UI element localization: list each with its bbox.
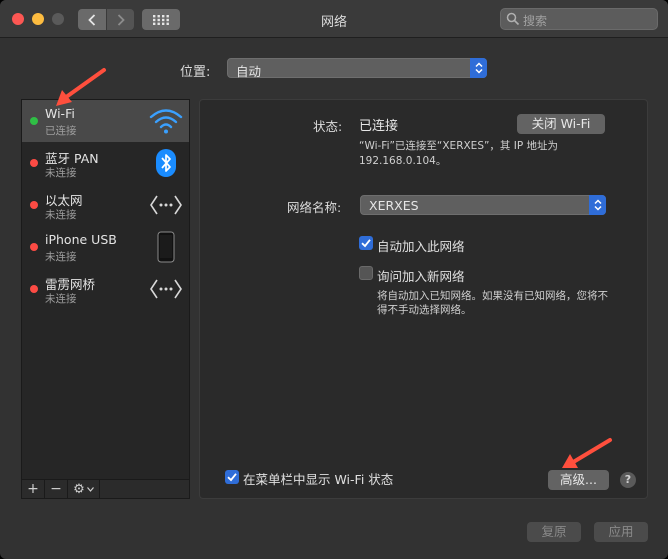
network-name-popup[interactable]: XERXES — [360, 195, 606, 215]
gear-icon: ⚙ — [73, 481, 85, 497]
popup-chevron-icon — [589, 195, 606, 215]
service-item-thunderbolt-bridge[interactable]: 雷雳网桥 未连接 — [22, 268, 189, 310]
service-name: iPhone USB — [45, 232, 117, 247]
search-field[interactable]: 搜索 — [500, 8, 658, 30]
annotation-arrow-icon — [562, 438, 612, 468]
wifi-icon — [149, 105, 183, 137]
apply-button[interactable]: 应用 — [594, 522, 648, 542]
checkmark-icon — [227, 473, 237, 482]
status-description-line1: “Wi-Fi”已连接至“XERXES”，其 IP 地址为 — [359, 140, 559, 152]
title-bar: 网络 搜索 — [0, 0, 668, 38]
remove-service-button[interactable]: − — [45, 480, 68, 498]
auto-join-checkbox[interactable] — [359, 236, 373, 250]
search-icon — [506, 12, 520, 26]
network-name-label: 网络名称: — [287, 200, 342, 215]
service-status: 已连接 — [45, 125, 77, 137]
network-name-value: XERXES — [369, 198, 419, 213]
show-wifi-in-menubar-checkbox[interactable] — [225, 470, 239, 484]
auto-join-label: 自动加入此网络 — [377, 239, 465, 254]
service-list: Wi-Fi 已连接 蓝牙 PAN 未连接 以太网 未连接 iPhone USB … — [21, 99, 190, 480]
show-wifi-in-menubar-label: 在菜单栏中显示 Wi-Fi 状态 — [243, 472, 394, 487]
location-label: 位置: — [180, 65, 211, 80]
status-dot — [30, 201, 38, 209]
chevron-down-icon — [86, 486, 94, 492]
service-list-toolbar: + − ⚙ — [21, 480, 190, 499]
revert-button[interactable]: 复原 — [527, 522, 581, 542]
ethernet-icon — [149, 189, 183, 221]
help-button[interactable]: ? — [620, 472, 636, 488]
status-description-line2: 192.168.0.104。 — [359, 155, 447, 167]
search-placeholder: 搜索 — [523, 14, 548, 28]
service-status: 未连接 — [45, 167, 77, 179]
popup-chevron-icon — [470, 58, 487, 78]
location-value: 自动 — [236, 64, 262, 79]
service-item-bluetooth-pan[interactable]: 蓝牙 PAN 未连接 — [22, 142, 189, 184]
service-status: 未连接 — [45, 209, 77, 221]
service-status: 未连接 — [45, 293, 77, 305]
thunderbolt-bridge-icon — [149, 273, 183, 305]
status-dot — [30, 117, 38, 125]
status-value: 已连接 — [359, 119, 399, 134]
checkmark-icon — [361, 239, 371, 248]
add-service-button[interactable]: + — [22, 480, 45, 498]
service-status: 未连接 — [45, 251, 77, 263]
status-dot — [30, 243, 38, 251]
ask-join-label: 询问加入新网络 — [377, 269, 465, 284]
status-dot — [30, 159, 38, 167]
ask-join-description-line1: 将自动加入已知网络。如果没有已知网络，您将不 — [377, 290, 608, 302]
bluetooth-icon — [149, 147, 183, 179]
ask-join-description-line2: 得不手动选择网络。 — [377, 304, 472, 316]
turn-off-wifi-button[interactable]: 关闭 Wi-Fi — [517, 114, 605, 134]
ask-join-checkbox[interactable] — [359, 266, 373, 280]
service-actions-button[interactable]: ⚙ — [68, 480, 100, 498]
status-dot — [30, 285, 38, 293]
service-item-iphone-usb[interactable]: iPhone USB 未连接 — [22, 226, 189, 268]
status-label: 状态: — [313, 119, 343, 134]
advanced-button[interactable]: 高级... — [548, 470, 609, 490]
network-preferences-window: 网络 搜索 位置: 自动 Wi-Fi 已连接 蓝牙 PAN 未连接 以太网 未连… — [0, 0, 668, 559]
annotation-arrow-icon — [56, 68, 106, 106]
location-popup[interactable]: 自动 — [227, 58, 487, 79]
iphone-icon — [149, 231, 183, 263]
service-item-ethernet[interactable]: 以太网 未连接 — [22, 184, 189, 226]
